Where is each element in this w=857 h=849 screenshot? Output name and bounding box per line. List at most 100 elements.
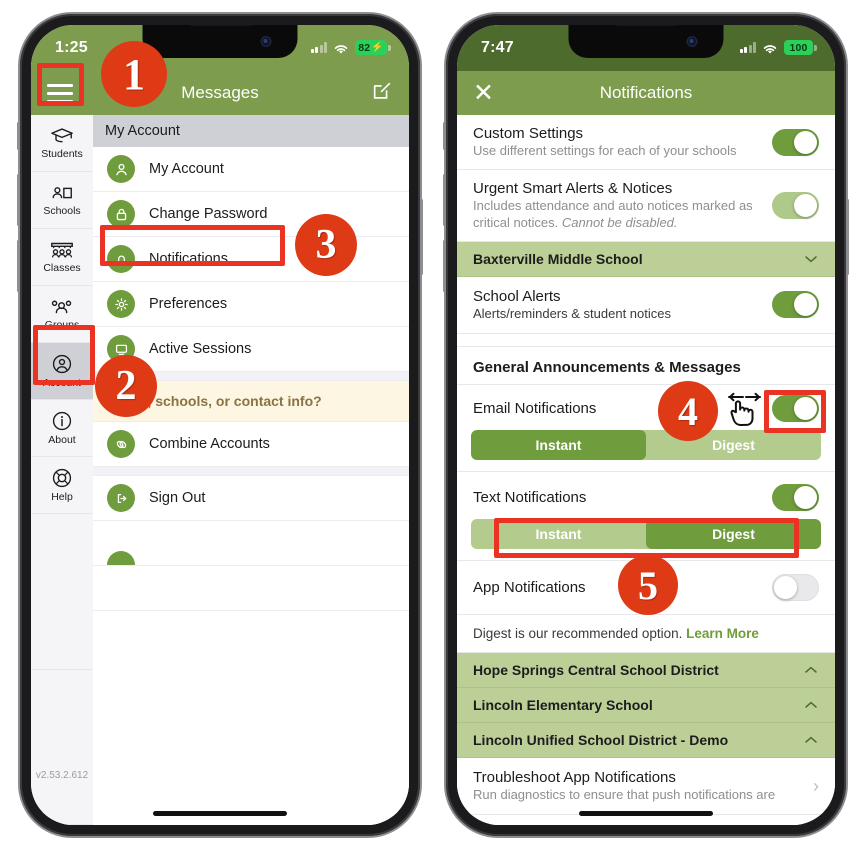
email-notifications-segmented[interactable]: Instant Digest — [471, 430, 821, 460]
sidebar-item-students[interactable]: Students — [31, 115, 93, 172]
menu-item-partial[interactable] — [93, 521, 409, 566]
step-badge-4: 4 — [658, 381, 718, 441]
left-status-indicators: 82 ⚡ — [310, 40, 391, 55]
menu-item-my-account[interactable]: My Account — [93, 147, 409, 192]
menu-item-label: Sign Out — [149, 490, 206, 506]
volume-up-button[interactable] — [17, 174, 20, 226]
screenshot-canvas: 1:25 82 ⚡ Messages Students Schools Clas… — [0, 0, 857, 849]
left-phone-mockup: 1:25 82 ⚡ Messages Students Schools Clas… — [17, 14, 423, 836]
cellular-signal-icon — [739, 42, 756, 53]
right-status-time: 7:47 — [481, 39, 514, 56]
learn-more-link[interactable]: Learn More — [686, 626, 759, 641]
school-section-lincoln-elementary[interactable]: Lincoln Elementary School — [457, 688, 835, 723]
close-icon[interactable]: ✕ — [473, 80, 494, 106]
home-indicator[interactable] — [153, 811, 287, 816]
school-section-baxterville[interactable]: Baxterville Middle School — [457, 241, 835, 277]
custom-settings-row[interactable]: Custom Settings Use different settings f… — [457, 115, 835, 171]
battery-level: 82 — [358, 41, 371, 54]
volume-down-button[interactable] — [443, 240, 446, 292]
rail-filler — [31, 670, 93, 825]
front-camera — [260, 36, 272, 47]
compose-icon[interactable] — [371, 80, 393, 107]
highlight-notifications-item — [100, 225, 285, 266]
troubleshoot-row[interactable]: Troubleshoot App Notifications Run diagn… — [457, 758, 835, 816]
school-alerts-toggle[interactable] — [772, 291, 819, 319]
wifi-icon — [333, 42, 349, 54]
app-version-label: v2.53.2.612 — [35, 770, 89, 781]
page-title: Messages — [181, 83, 259, 102]
sidebar-item-about[interactable]: About — [31, 400, 93, 457]
menu-item-label: Change Password — [149, 206, 268, 222]
menu-item-preferences[interactable]: Preferences — [93, 282, 409, 327]
left-main-area: Students Schools Classes Groups Account … — [31, 115, 409, 825]
school-section-hope-springs[interactable]: Hope Springs Central School District — [457, 653, 835, 688]
recommendation-text: Digest is our recommended option. — [473, 626, 687, 641]
battery-indicator: 100 — [784, 40, 817, 55]
custom-settings-text: Custom Settings Use different settings f… — [473, 125, 762, 159]
silent-switch[interactable] — [443, 122, 446, 150]
earpiece-speaker — [189, 25, 251, 26]
row-title: Custom Settings — [473, 125, 584, 142]
sidebar-item-label: Schools — [43, 205, 81, 217]
left-nav-rail: Students Schools Classes Groups Account … — [31, 115, 93, 825]
sidebar-item-label: Students — [41, 148, 83, 160]
recommendation-note: Digest is our recommended option. Learn … — [457, 615, 835, 653]
school-alerts-text: School Alerts Alerts/reminders & student… — [473, 288, 762, 322]
custom-settings-toggle[interactable] — [772, 128, 819, 156]
menu-item-label: My Account — [149, 161, 224, 177]
text-notifications-toggle[interactable] — [772, 484, 819, 511]
sidebar-item-help[interactable]: Help — [31, 457, 93, 514]
list-separator — [93, 467, 409, 476]
highlight-email-toggle — [764, 390, 826, 433]
sidebar-item-label: About — [48, 434, 76, 446]
row-title: Urgent Smart Alerts & Notices — [473, 180, 673, 198]
account-menu-list: My Account My Account Change Password No… — [93, 115, 409, 825]
cellular-signal-icon — [310, 42, 328, 53]
menu-item-label — [149, 557, 153, 565]
sidebar-item-classes[interactable]: Classes — [31, 229, 93, 286]
lock-icon — [107, 200, 135, 228]
urgent-alerts-text: Urgent Smart Alerts & Notices Includes a… — [473, 180, 762, 231]
sidebar-item-schools[interactable]: Schools — [31, 172, 93, 229]
menu-item-combine-accounts[interactable]: Combine Accounts — [93, 422, 409, 467]
menu-section-header: My Account — [93, 115, 409, 147]
chevron-up-icon — [803, 697, 819, 713]
power-button[interactable] — [420, 199, 423, 275]
row-subtitle: Use different settings for each of your … — [473, 143, 737, 158]
life-ring-icon — [52, 468, 72, 488]
right-status-indicators: 100 — [739, 40, 817, 55]
row-title: Troubleshoot App Notifications — [473, 769, 676, 786]
school-building-icon — [52, 187, 72, 199]
row-title: Text Notifications — [473, 489, 587, 506]
volume-up-button[interactable] — [443, 174, 446, 226]
power-button[interactable] — [846, 199, 849, 275]
row-title: School Alerts — [473, 287, 561, 305]
highlight-hamburger — [37, 63, 84, 106]
general-announcements-header: General Announcements & Messages — [457, 347, 835, 385]
school-section-lincoln-unified[interactable]: Lincoln Unified School District - Demo — [457, 723, 835, 758]
urgent-alerts-row: Urgent Smart Alerts & Notices Includes a… — [457, 170, 835, 242]
silent-switch[interactable] — [17, 122, 20, 150]
school-alerts-row[interactable]: School Alerts Alerts/reminders & student… — [457, 276, 835, 334]
menu-item-label: Preferences — [149, 296, 228, 312]
sidebar-item-label: Help — [51, 491, 73, 503]
left-phone-screen: 1:25 82 ⚡ Messages Students Schools Clas… — [31, 25, 409, 825]
section-spacer — [457, 334, 835, 347]
groups-icon — [51, 300, 72, 314]
step-badge-5: 5 — [618, 555, 678, 615]
volume-down-button[interactable] — [17, 240, 20, 292]
menu-item-sign-out[interactable]: Sign Out — [93, 476, 409, 521]
row-subtitle-emphasis: Cannot be disabled. — [561, 214, 678, 230]
row-subtitle: Alerts/reminders & student notices — [473, 305, 671, 321]
text-notifications-row[interactable]: Text Notifications — [457, 472, 835, 517]
left-status-time: 1:25 — [55, 39, 88, 56]
email-segment-instant[interactable]: Instant — [471, 430, 646, 460]
step-badge-1: 1 — [101, 41, 167, 107]
school-name: Lincoln Elementary School — [473, 697, 653, 713]
school-name: Baxterville Middle School — [473, 250, 643, 267]
chevron-right-icon: › — [813, 775, 819, 796]
app-notifications-toggle[interactable] — [772, 574, 819, 601]
row-subtitle: Includes attendance and auto notices mar… — [473, 198, 753, 230]
charging-bolt-icon: ⚡ — [371, 41, 384, 53]
home-indicator[interactable] — [579, 811, 713, 816]
